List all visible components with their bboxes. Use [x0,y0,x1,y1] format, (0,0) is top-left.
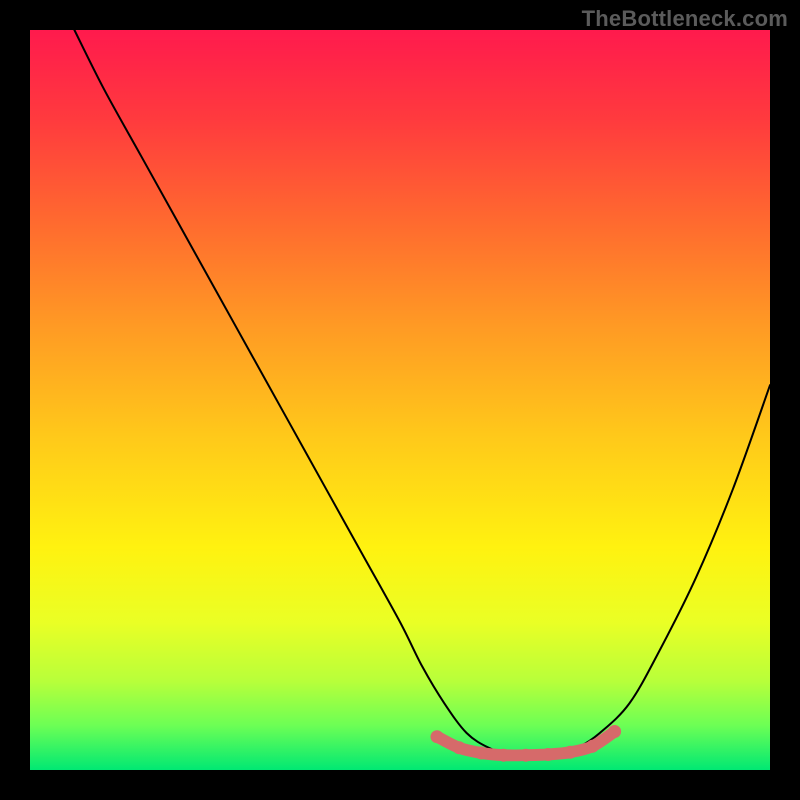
bottleneck-curve [74,30,770,756]
chart-overlay [30,30,770,770]
optimal-range-line [437,732,615,756]
watermark-text: TheBottleneck.com [582,6,788,32]
chart-frame: TheBottleneck.com [0,0,800,800]
